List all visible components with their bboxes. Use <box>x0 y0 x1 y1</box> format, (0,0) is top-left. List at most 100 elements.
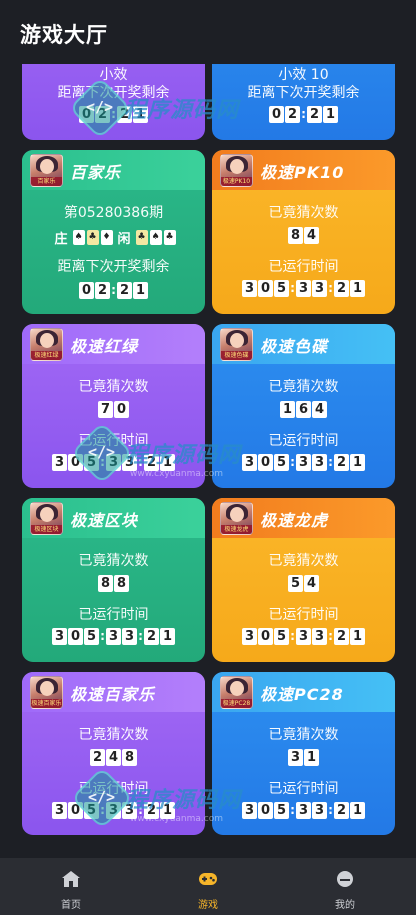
game-thumbnail: 极速色碟 <box>220 328 253 361</box>
digit: 3 <box>312 454 327 471</box>
game-card-redgreen[interactable]: 极速红绿 极速红绿 已竟猜次数 7 0 已运行时间 3 0 5 : 3 3 : … <box>22 324 205 488</box>
game-card-pc28[interactable]: 极速PC28 极速PC28 已竟猜次数 3 1 已运行时间 3 0 5 : 3 … <box>212 672 395 835</box>
digit: 3 <box>122 454 137 471</box>
digit: 4 <box>304 575 319 592</box>
digit: 3 <box>242 628 257 645</box>
card-header: 极速龙虎 极速龙虎 <box>212 498 395 538</box>
countdown-digits: 0 2 : 2 1 <box>22 282 205 299</box>
card-top-line: 小效 10 <box>278 67 329 83</box>
game-name: 极速色碟 <box>260 337 329 356</box>
playing-card-icon: ♣ <box>86 230 99 245</box>
game-name: 极速区块 <box>70 511 139 530</box>
countdown-digits: 0 2 : 2 1 <box>22 106 205 123</box>
bet-count-label: 已竟猜次数 <box>268 553 339 569</box>
runtime-label: 已运行时间 <box>268 259 339 275</box>
digit: 0 <box>68 628 83 645</box>
digit: 5 <box>274 454 289 471</box>
countdown-label: 距离下次开奖剩余 <box>57 85 170 101</box>
digit: 3 <box>122 628 137 645</box>
digit: 3 <box>52 454 67 471</box>
tab-profile[interactable]: 我的 <box>295 858 395 915</box>
game-thumbnail: 极速PK10 <box>220 154 253 187</box>
digit: 5 <box>84 802 99 819</box>
digit: 2 <box>144 802 159 819</box>
digit: 5 <box>84 628 99 645</box>
digit: 3 <box>122 802 137 819</box>
bet-count-digits: 5 4 <box>212 575 395 592</box>
bet-count-label: 已竟猜次数 <box>78 553 149 569</box>
game-card-fast-baccarat[interactable]: 极速百家乐 极速百家乐 已竟猜次数 2 4 8 已运行时间 3 0 5 : 3 … <box>22 672 205 835</box>
digit: 3 <box>106 454 121 471</box>
countdown-label: 距离下次开奖剩余 <box>247 85 360 101</box>
runtime-digits: 3 0 5 : 3 3 : 2 1 <box>212 628 395 645</box>
digit: 0 <box>258 280 273 297</box>
home-icon <box>62 871 80 887</box>
digit: 4 <box>312 401 327 418</box>
game-thumbnail: 极速PC28 <box>220 676 253 709</box>
game-name: 极速红绿 <box>70 337 139 356</box>
digit: 0 <box>79 282 94 299</box>
digit: 8 <box>114 575 129 592</box>
digit: 2 <box>144 628 159 645</box>
digit: 3 <box>106 802 121 819</box>
bet-count-digits: 3 1 <box>212 749 395 766</box>
digit: 0 <box>258 628 273 645</box>
playing-card-icon: ♠ <box>72 230 85 245</box>
digit: 3 <box>296 454 311 471</box>
gamepad-icon <box>199 873 217 885</box>
game-card-dragontiger[interactable]: 极速龙虎 极速龙虎 已竟猜次数 5 4 已运行时间 3 0 5 : 3 3 : … <box>212 498 395 662</box>
bet-count-label: 已竟猜次数 <box>268 379 339 395</box>
digit: 5 <box>84 454 99 471</box>
tab-label: 游戏 <box>198 900 218 911</box>
digit: 2 <box>334 802 349 819</box>
card-header: 极速百家乐 极速百家乐 <box>22 672 205 712</box>
runtime-label: 已运行时间 <box>78 433 149 449</box>
bet-count-digits: 1 6 4 <box>212 401 395 418</box>
digit: 3 <box>106 628 121 645</box>
digit: 1 <box>323 106 338 123</box>
digit: 2 <box>95 282 110 299</box>
runtime-digits: 3 0 5 : 3 3 : 2 1 <box>212 280 395 297</box>
bottom-tab-bar: 首页 游戏 我的 <box>0 858 416 915</box>
digit: 2 <box>117 282 132 299</box>
tab-games[interactable]: 游戏 <box>158 858 258 915</box>
tab-label: 我的 <box>335 900 355 911</box>
draw-result-row: 庄 ♠ ♣ ♦ 闲 ♣ ♠ ♣ <box>22 228 205 247</box>
game-card-dice[interactable]: 极速色碟 极速色碟 已竟猜次数 1 6 4 已运行时间 3 0 5 : 3 3 … <box>212 324 395 488</box>
bet-count-digits: 2 4 8 <box>22 749 205 766</box>
digit: 1 <box>160 454 175 471</box>
digit: 0 <box>68 802 83 819</box>
digit: 3 <box>288 749 303 766</box>
card-header: 极速PC28 极速PC28 <box>212 672 395 712</box>
game-card-baccarat[interactable]: 百家乐 百家乐 第05280386期 庄 ♠ ♣ ♦ 闲 ♣ ♠ ♣ 距离下次开… <box>22 150 205 314</box>
digit: 3 <box>296 802 311 819</box>
card-header: 极速区块 极速区块 <box>22 498 205 538</box>
tab-home[interactable]: 首页 <box>21 858 121 915</box>
digit: 3 <box>312 628 327 645</box>
digit: 2 <box>285 106 300 123</box>
game-card-pk10[interactable]: 极速PK10 极速PK10 已竟猜次数 8 4 已运行时间 3 0 5 : 3 … <box>212 150 395 314</box>
digit: 3 <box>312 802 327 819</box>
digit: 4 <box>304 227 319 244</box>
digit: 1 <box>160 628 175 645</box>
runtime-label: 已运行时间 <box>78 607 149 623</box>
runtime-label: 已运行时间 <box>268 433 339 449</box>
digit: 1 <box>350 802 365 819</box>
digit: 8 <box>288 227 303 244</box>
game-card-block[interactable]: 极速区块 极速区块 已竟猜次数 8 8 已运行时间 3 0 5 : 3 3 : … <box>22 498 205 662</box>
runtime-digits: 3 0 5 : 3 3 : 2 1 <box>212 454 395 471</box>
banker-label: 庄 <box>54 232 68 247</box>
runtime-digits: 3 0 5 : 3 3 : 2 1 <box>22 454 205 471</box>
game-name: 百家乐 <box>70 163 122 182</box>
digit: 0 <box>258 802 273 819</box>
card-header: 极速色碟 极速色碟 <box>212 324 395 364</box>
digit: 1 <box>133 282 148 299</box>
game-name: 极速龙虎 <box>260 511 329 530</box>
runtime-digits: 3 0 5 : 3 3 : 2 1 <box>22 802 205 819</box>
digit: 5 <box>288 575 303 592</box>
card-header: 极速红绿 极速红绿 <box>22 324 205 364</box>
digit: 8 <box>98 575 113 592</box>
game-grid: 小效 距离下次开奖剩余 0 2 : 2 1 小效 10 距离下次开奖剩余 0 2… <box>0 0 416 858</box>
runtime-digits: 3 0 5 : 3 3 : 2 1 <box>212 802 395 819</box>
digit: 1 <box>350 280 365 297</box>
